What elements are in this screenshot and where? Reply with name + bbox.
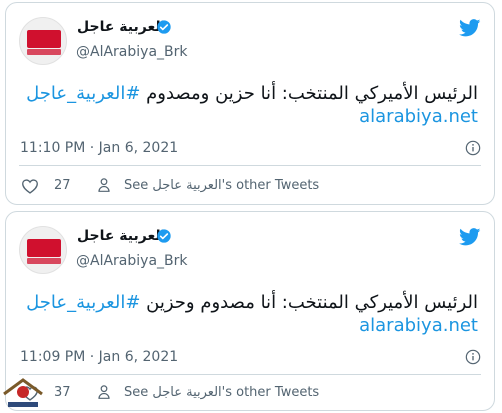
hashtag-link[interactable]: #العربية_عاجل bbox=[26, 83, 140, 104]
like-count: 27 bbox=[54, 178, 71, 193]
user-handle[interactable]: @AlArabiya_Brk bbox=[76, 43, 188, 61]
divider bbox=[19, 374, 481, 375]
twitter-bird-icon[interactable] bbox=[459, 19, 481, 37]
alarabiya-logo bbox=[27, 239, 61, 257]
like-count: 37 bbox=[54, 385, 71, 400]
tweet-text: الرئيس الأميركي المنتخب: أنا حزين ومصدوم… bbox=[19, 83, 478, 105]
tweet-text: الرئيس الأميركي المنتخب: أنا مصدوم وحزين… bbox=[19, 292, 478, 314]
tweet-card-2[interactable]: العربية عاجل @AlArabiya_Brk الرئيس الأمي… bbox=[5, 211, 495, 411]
display-name[interactable]: العربية عاجل bbox=[77, 18, 165, 36]
display-name[interactable]: العربية عاجل bbox=[77, 227, 165, 245]
heart-icon[interactable] bbox=[21, 178, 39, 194]
tweet-url-link[interactable]: alarabiya.net bbox=[359, 315, 478, 337]
person-icon bbox=[98, 178, 110, 192]
see-other-tweets-link[interactable]: See العربية عاجل's other Tweets bbox=[124, 384, 319, 402]
tweet-url-link[interactable]: alarabiya.net bbox=[359, 106, 478, 128]
verified-badge-icon bbox=[157, 20, 171, 34]
info-icon[interactable] bbox=[465, 349, 481, 365]
divider bbox=[19, 165, 481, 166]
timestamp[interactable]: 11:10 PM · Jan 6, 2021 bbox=[20, 139, 178, 157]
tweet-body: الرئيس الأميركي المنتخب: أنا مصدوم وحزين bbox=[140, 292, 478, 313]
avatar[interactable] bbox=[19, 17, 67, 65]
info-icon[interactable] bbox=[465, 140, 481, 156]
avatar[interactable] bbox=[19, 226, 67, 274]
timestamp[interactable]: 11:09 PM · Jan 6, 2021 bbox=[20, 348, 178, 366]
tweet-body: الرئيس الأميركي المنتخب: أنا حزين ومصدوم bbox=[140, 83, 478, 104]
alarabiya-logo-subtext bbox=[27, 258, 61, 264]
watermark-logo bbox=[3, 378, 43, 407]
user-handle[interactable]: @AlArabiya_Brk bbox=[76, 252, 188, 270]
person-icon bbox=[98, 385, 110, 399]
see-other-tweets-link[interactable]: See العربية عاجل's other Tweets bbox=[124, 177, 319, 195]
alarabiya-logo-subtext bbox=[27, 49, 61, 55]
tweet-card-1[interactable]: العربية عاجل @AlArabiya_Brk الرئيس الأمي… bbox=[5, 2, 495, 205]
hashtag-link[interactable]: #العربية_عاجل bbox=[26, 292, 140, 313]
twitter-bird-icon[interactable] bbox=[459, 228, 481, 246]
verified-badge-icon bbox=[157, 229, 171, 243]
alarabiya-logo bbox=[27, 30, 61, 48]
